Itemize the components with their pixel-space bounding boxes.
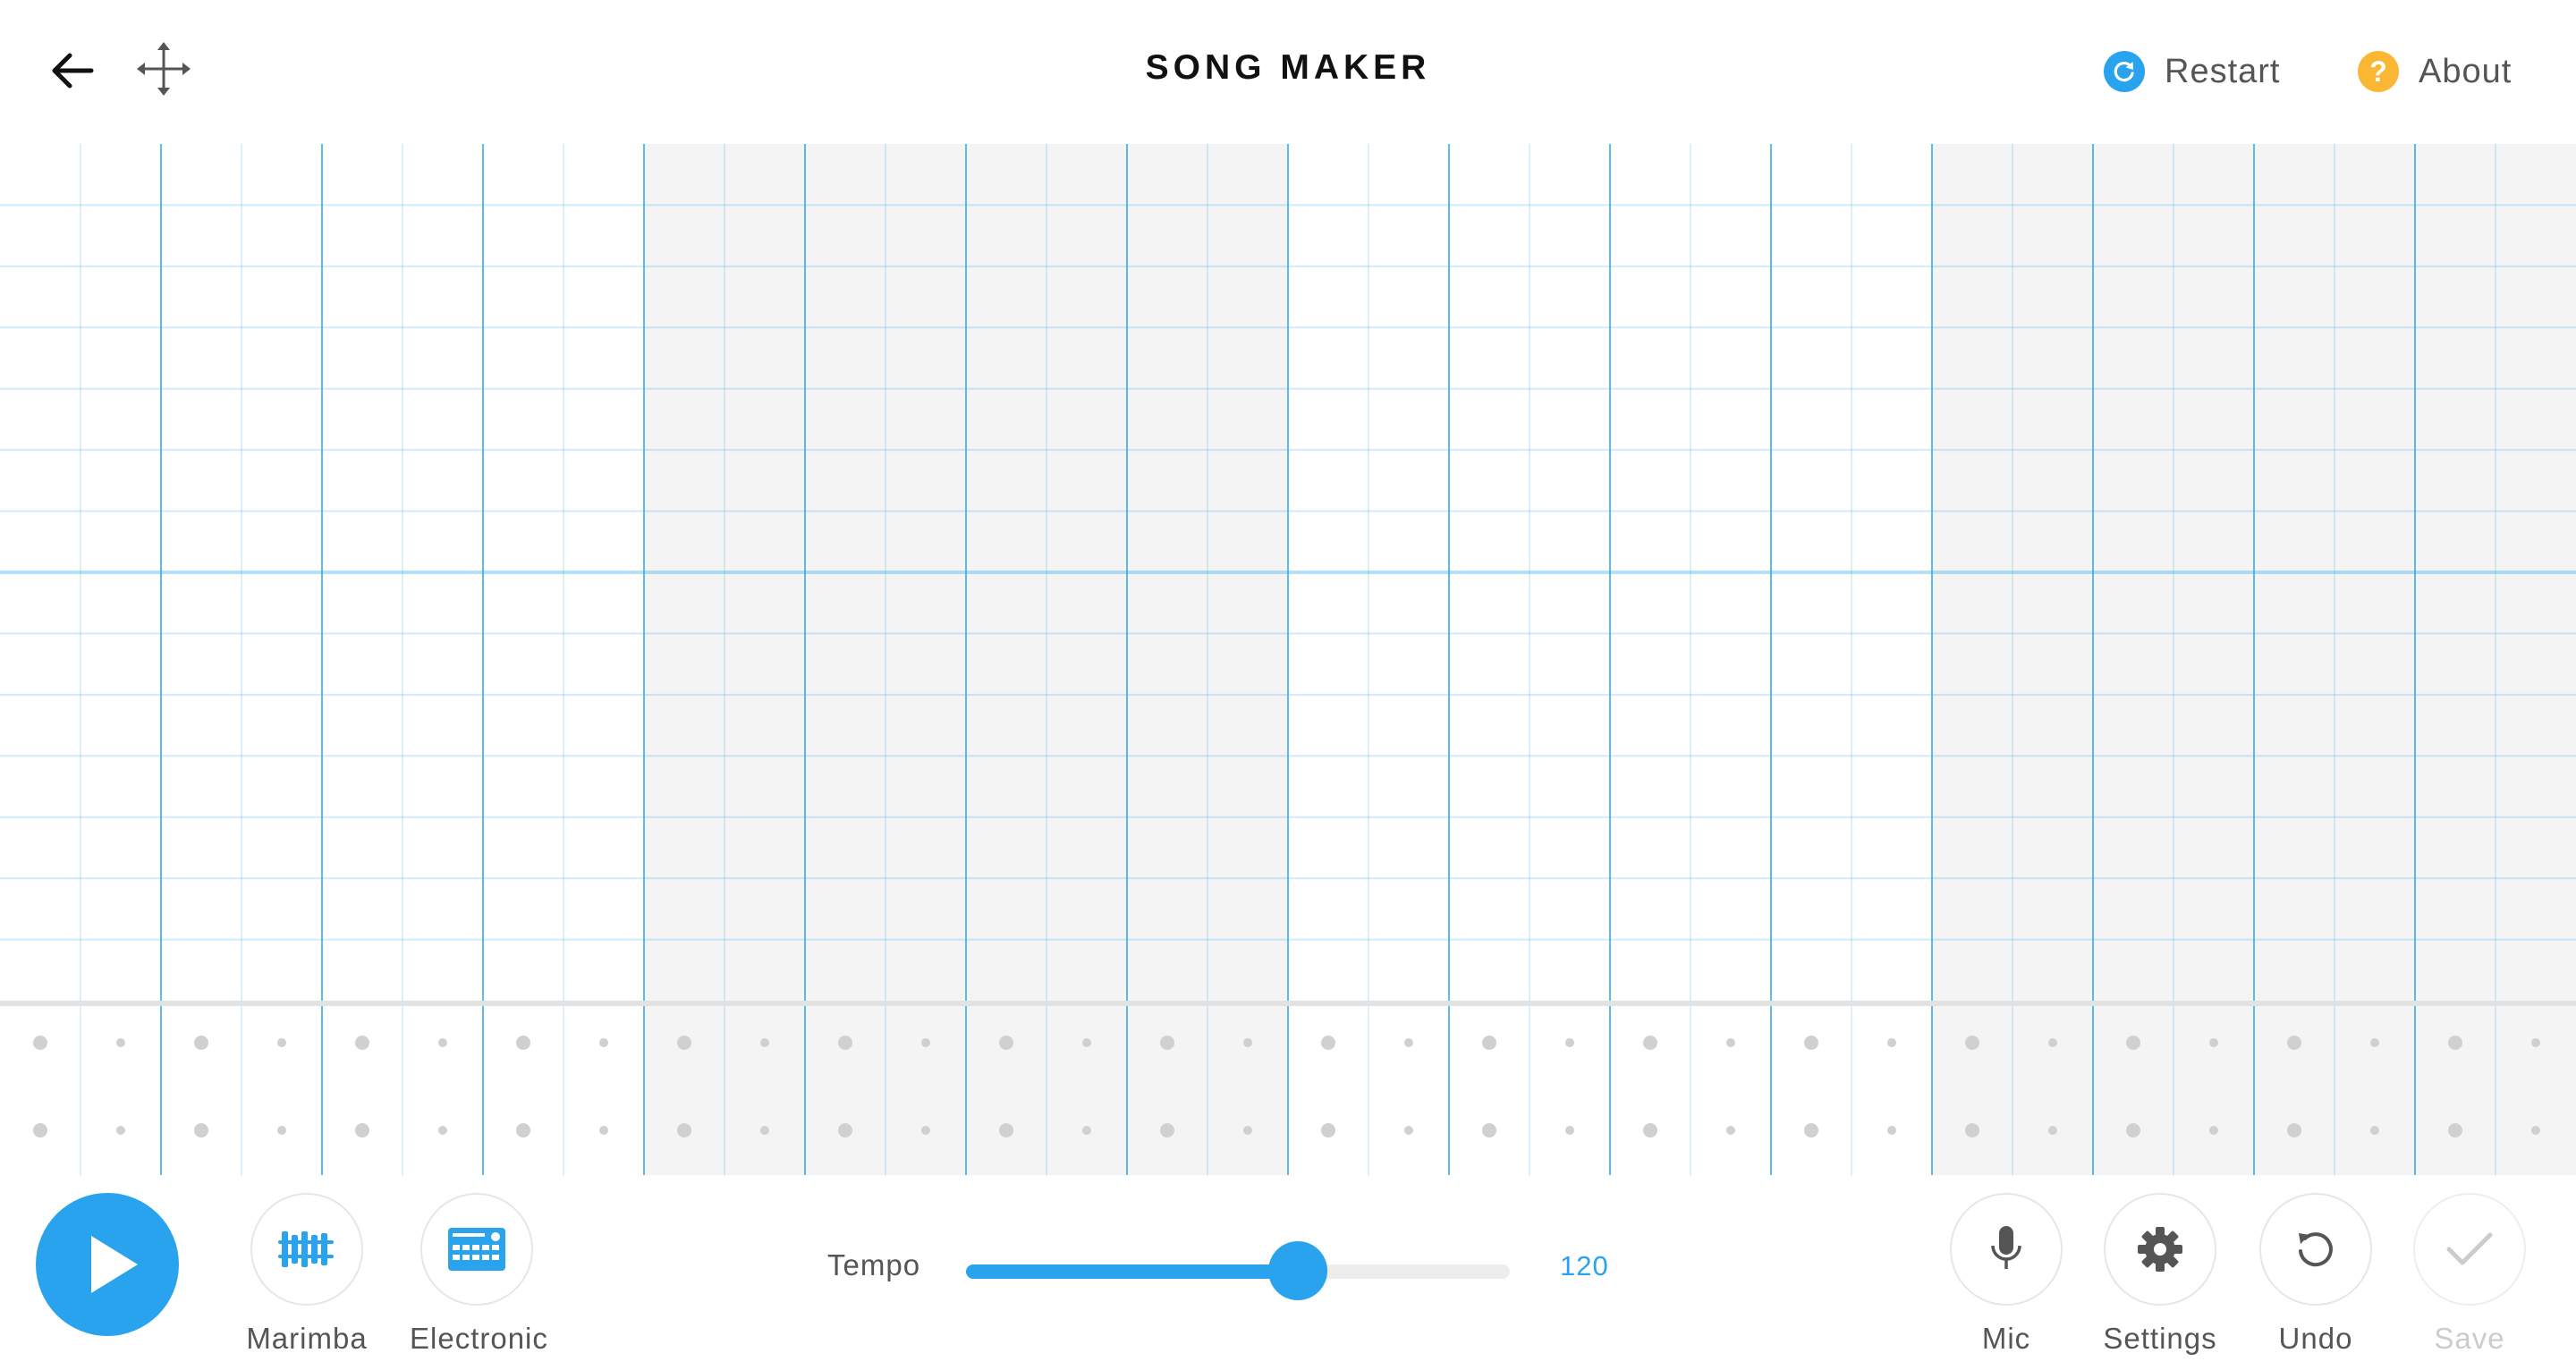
- rhythm-dot: [1726, 1038, 1735, 1047]
- rhythm-dot: [921, 1038, 930, 1047]
- question-icon: ?: [2358, 51, 2399, 92]
- undo-icon: [2299, 1232, 2333, 1267]
- undo-button[interactable]: Undo: [2249, 1193, 2383, 1356]
- rhythm-dot: [194, 1123, 208, 1137]
- bottom-toolbar: Marimba Electronic Tempo 120 Mic Setting…: [0, 1175, 2576, 1370]
- rhythm-dot: [838, 1123, 852, 1137]
- rhythm-dot: [2209, 1038, 2218, 1047]
- rhythm-dot: [1643, 1123, 1657, 1137]
- rhythm-dot: [1804, 1123, 1818, 1137]
- rhythm-dot: [1565, 1038, 1574, 1047]
- rhythm-dot: [999, 1123, 1013, 1137]
- rhythm-dot: [1404, 1038, 1413, 1047]
- tempo-slider[interactable]: [966, 1241, 1510, 1300]
- rhythm-dot: [1643, 1036, 1657, 1050]
- rhythm-dot: [1243, 1126, 1252, 1135]
- rhythm-dot: [1321, 1123, 1335, 1137]
- rhythm-dot: [1160, 1036, 1174, 1050]
- rhythm-dot: [33, 1123, 47, 1137]
- save-button[interactable]: Save: [2402, 1193, 2537, 1356]
- instrument-electronic-button[interactable]: Electronic: [410, 1193, 548, 1356]
- rhythm-dot: [355, 1123, 369, 1137]
- rhythm-dot: [33, 1036, 47, 1050]
- restart-icon: [2104, 51, 2145, 92]
- rhythm-dot: [2126, 1036, 2140, 1050]
- gear-icon: [2138, 1227, 2182, 1272]
- rhythm-dot: [2287, 1123, 2301, 1137]
- play-icon: [91, 1236, 138, 1293]
- rhythm-dot: [838, 1036, 852, 1050]
- rhythm-dot: [277, 1126, 286, 1135]
- rhythm-dot: [438, 1038, 447, 1047]
- rhythm-dot: [1482, 1036, 1496, 1050]
- tempo-slider-handle[interactable]: [1267, 1241, 1327, 1300]
- rhythm-dot: [277, 1038, 286, 1047]
- drum-machine-icon: [448, 1228, 505, 1271]
- rhythm-dot: [2048, 1038, 2057, 1047]
- rhythm-dot: [1082, 1126, 1091, 1135]
- rhythm-dot: [2048, 1126, 2057, 1135]
- rhythm-dot: [1160, 1123, 1174, 1137]
- checkmark-icon: [2446, 1232, 2493, 1265]
- rhythm-dot: [194, 1036, 208, 1050]
- rhythm-dot: [1887, 1126, 1896, 1135]
- rhythm-dot: [116, 1126, 125, 1135]
- about-button[interactable]: ? About: [2358, 47, 2512, 97]
- rhythm-dot: [677, 1123, 691, 1137]
- rhythm-dot: [921, 1126, 930, 1135]
- rhythm-dot: [677, 1036, 691, 1050]
- instrument-marimba-button[interactable]: Marimba: [240, 1193, 374, 1356]
- marimba-label: Marimba: [246, 1322, 368, 1355]
- rhythm-dot: [355, 1036, 369, 1050]
- rhythm-dot: [516, 1036, 530, 1050]
- rhythm-dot: [116, 1038, 125, 1047]
- rhythm-dot: [2448, 1123, 2462, 1137]
- electronic-label: Electronic: [410, 1322, 548, 1355]
- rhythm-dot: [760, 1038, 769, 1047]
- rhythm-dot: [1726, 1126, 1735, 1135]
- restart-button[interactable]: Restart: [2104, 47, 2280, 97]
- microphone-icon: [1991, 1226, 2021, 1269]
- about-label: About: [2419, 52, 2512, 90]
- header-bar: SONG MAKER Restart ? About: [0, 0, 2576, 144]
- rhythm-dot: [2209, 1126, 2218, 1135]
- settings-label: Settings: [2103, 1322, 2217, 1355]
- rhythm-dot: [2126, 1123, 2140, 1137]
- rhythm-dot: [599, 1038, 608, 1047]
- rhythm-dot: [438, 1126, 447, 1135]
- rhythm-dot: [1965, 1123, 1979, 1137]
- rhythm-dot: [1082, 1038, 1091, 1047]
- tempo-value: 120: [1560, 1250, 1609, 1281]
- rhythm-dot: [2448, 1036, 2462, 1050]
- mic-label: Mic: [1981, 1322, 2031, 1355]
- play-button[interactable]: [36, 1193, 179, 1336]
- rhythm-dot: [2370, 1038, 2379, 1047]
- rhythm-dot: [1887, 1038, 1896, 1047]
- rhythm-dot: [599, 1126, 608, 1135]
- rhythm-dot: [999, 1036, 1013, 1050]
- rhythm-dot: [1321, 1036, 1335, 1050]
- settings-button[interactable]: Settings: [2093, 1193, 2227, 1356]
- rhythm-dot: [2531, 1038, 2540, 1047]
- tempo-slider-fill: [966, 1264, 1298, 1279]
- rhythm-dot: [1404, 1126, 1413, 1135]
- rhythm-dot: [2287, 1036, 2301, 1050]
- rhythm-dot: [516, 1123, 530, 1137]
- rhythm-dot: [760, 1126, 769, 1135]
- note-grid[interactable]: [0, 144, 2576, 1175]
- rhythm-dot: [2531, 1126, 2540, 1135]
- rhythm-dot: [1243, 1038, 1252, 1047]
- rhythm-dot: [1565, 1126, 1574, 1135]
- save-label: Save: [2434, 1322, 2505, 1355]
- restart-label: Restart: [2165, 52, 2281, 90]
- mic-button[interactable]: Mic: [1939, 1193, 2073, 1356]
- tempo-label: Tempo: [827, 1248, 921, 1281]
- marimba-icon: [278, 1231, 334, 1267]
- rhythm-dot: [1804, 1036, 1818, 1050]
- rhythm-dot: [1482, 1123, 1496, 1137]
- rhythm-dot: [1965, 1036, 1979, 1050]
- undo-label: Undo: [2278, 1322, 2353, 1355]
- rhythm-dot: [2370, 1126, 2379, 1135]
